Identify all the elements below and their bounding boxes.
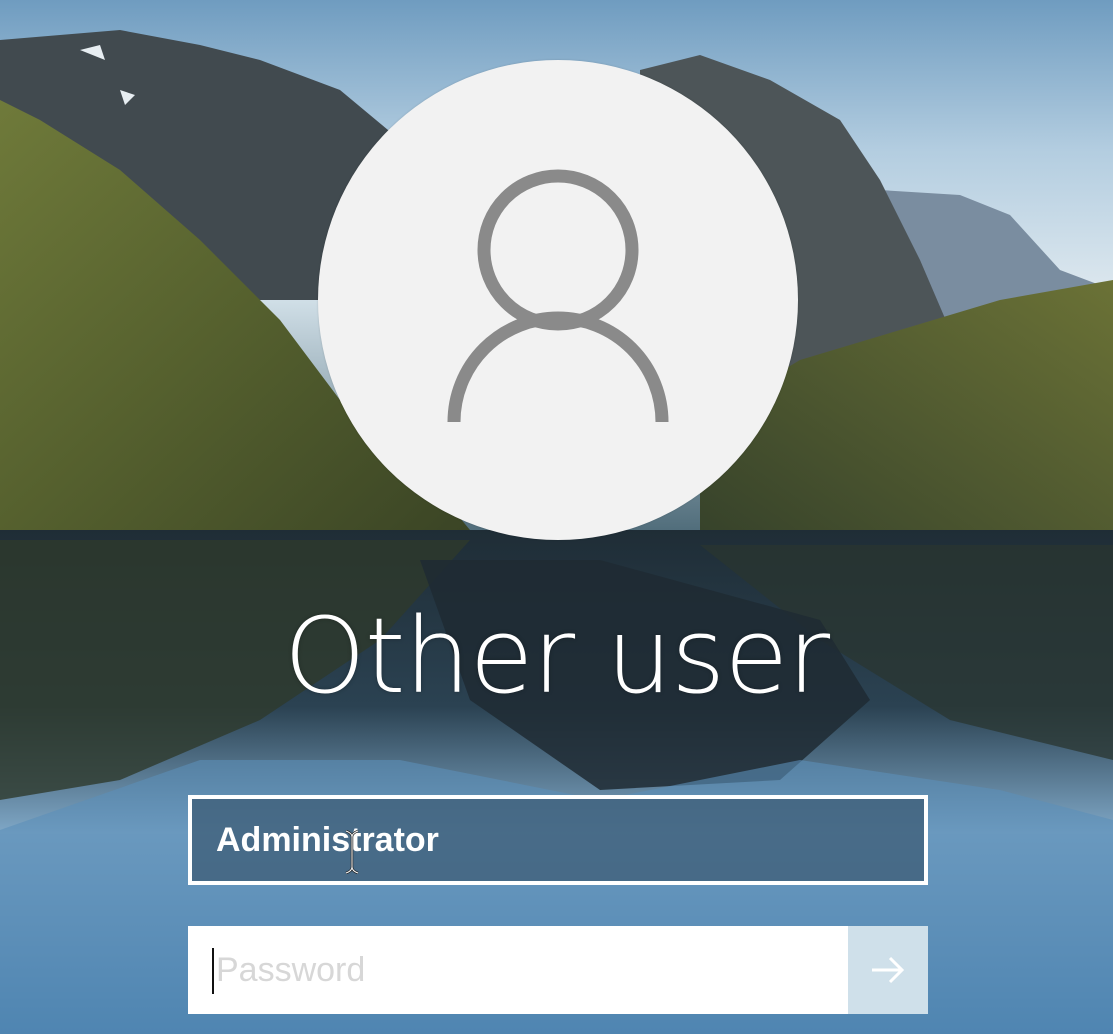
- password-input[interactable]: [188, 926, 848, 1014]
- submit-button[interactable]: [848, 926, 928, 1014]
- password-row: [188, 926, 928, 1014]
- username-field[interactable]: Administrator: [188, 795, 928, 885]
- account-title: Other user: [283, 595, 830, 717]
- arrow-right-icon: [872, 956, 905, 984]
- text-cursor-icon: [345, 829, 359, 875]
- text-caret: [212, 948, 214, 994]
- lock-screen: Other user Administrator: [0, 0, 1113, 1034]
- user-avatar: [318, 60, 798, 540]
- username-value: Administrator: [216, 821, 439, 859]
- user-silhouette-icon: [447, 169, 669, 423]
